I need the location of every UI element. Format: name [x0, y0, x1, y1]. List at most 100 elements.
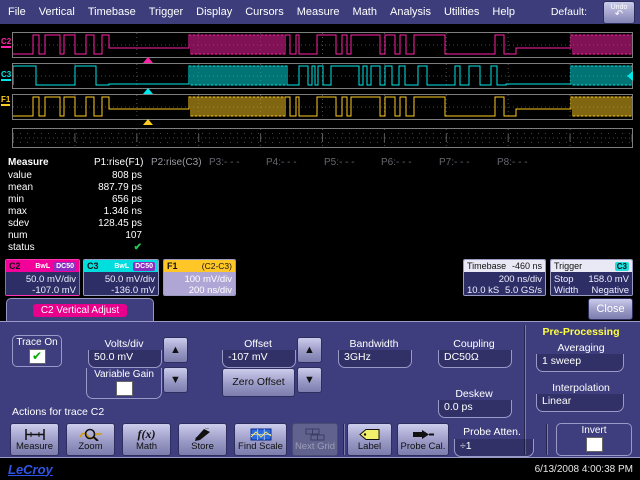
c2-descriptor-header: C2 BwL DC50 — [6, 260, 79, 272]
action-button-label: Zoom — [78, 441, 102, 452]
offset-field[interactable]: -107 mV — [222, 350, 296, 368]
waveform-grid-f1[interactable] — [12, 94, 633, 120]
measure-row-num: num 107 — [0, 230, 640, 242]
trigger-header: Trigger C3 — [551, 260, 632, 272]
bandwidth-limit-badge: BwL — [112, 262, 131, 271]
measure-row-mean: mean 887.79 ps — [0, 182, 640, 194]
waveform-grid-c3[interactable] — [12, 63, 633, 89]
lecroy-logo: LeCroy — [8, 462, 53, 477]
menu-timebase[interactable]: Timebase — [88, 6, 136, 18]
bandwidth-label: Bandwidth — [334, 338, 414, 350]
tab-label: C2 Vertical Adjust — [33, 304, 127, 317]
menu-help[interactable]: Help — [492, 6, 515, 18]
probe-atten-field[interactable]: ÷1 — [454, 439, 534, 457]
waveform-grid-empty[interactable] — [12, 128, 633, 148]
measure-col-p3[interactable]: P3:- - - — [209, 157, 261, 168]
measure-icon — [23, 427, 47, 441]
button-group-separator — [343, 424, 345, 455]
trigger-mode: Stop — [554, 274, 574, 285]
oscilloscope-screen: File Vertical Timebase Trigger Display C… — [0, 0, 640, 480]
offset-increase-button[interactable]: ▲ — [297, 337, 322, 363]
c2-offset: -107.0 mV — [9, 285, 76, 296]
menu-measure[interactable]: Measure — [297, 6, 340, 18]
menu-utilities[interactable]: Utilities — [444, 6, 479, 18]
volts-div-increase-button[interactable]: ▲ — [163, 337, 188, 363]
find-scale-action-button[interactable]: Find Scale — [234, 423, 287, 456]
channel-descriptor-c2[interactable]: C2 BwL DC50 50.0 mV/div -107.0 mV — [5, 259, 80, 296]
probe-cal-action-button[interactable]: Probe Cal. — [397, 423, 449, 456]
close-button[interactable]: Close — [588, 298, 633, 320]
measure-col-p4[interactable]: P4:- - - — [266, 157, 318, 168]
menu-display[interactable]: Display — [196, 6, 232, 18]
interpolation-label: Interpolation — [532, 382, 630, 394]
menu-file[interactable]: File — [8, 6, 26, 18]
trace-label-c2[interactable]: C2 — [1, 37, 11, 48]
trigger-level-marker[interactable] — [627, 71, 633, 81]
measure-col-p2[interactable]: P2:rise(C3) — [151, 157, 203, 168]
invert-group: Invert — [556, 423, 632, 456]
trace-on-label: Trace On — [16, 337, 57, 348]
c3-descriptor-header: C3 BwL DC50 — [84, 260, 158, 272]
measure-col-p1[interactable]: P1:rise(F1) — [94, 157, 146, 168]
averaging-label: Averaging — [532, 342, 630, 354]
waveform-grid-c2[interactable] — [12, 32, 633, 58]
trigger-position-marker-c2[interactable] — [143, 57, 153, 63]
math-action-button[interactable]: f(x) Math — [122, 423, 171, 456]
measure-action-button[interactable]: Measure — [10, 423, 59, 456]
menu-cursors[interactable]: Cursors — [245, 6, 284, 18]
action-button-label: Probe Cal. — [401, 441, 446, 452]
zero-offset-button[interactable]: Zero Offset — [222, 368, 295, 397]
coupling-field[interactable]: DC50Ω — [438, 350, 512, 368]
status-check-icon: ✔ — [94, 242, 142, 253]
label-action-button[interactable]: Label — [347, 423, 392, 456]
actions-for-trace-label: Actions for trace C2 — [12, 406, 104, 418]
f1-scale: 100 mV/div — [167, 274, 232, 285]
measure-row-sdev: sdev 128.45 ps — [0, 218, 640, 230]
deskew-field[interactable]: 0.0 ps — [438, 400, 512, 418]
variable-gain-group: Variable Gain — [86, 368, 162, 399]
menu-trigger[interactable]: Trigger — [149, 6, 183, 18]
trigger-position-marker-f1[interactable] — [143, 119, 153, 125]
timebase-body: 200 ns/div 10.0 kS 5.0 GS/s — [464, 272, 545, 296]
bandwidth-limit-badge: BwL — [33, 262, 52, 271]
trigger-descriptor[interactable]: Trigger C3 Stop 158.0 mV Width Negative — [550, 259, 633, 296]
interpolation-field[interactable]: Linear — [536, 394, 624, 412]
trace-label-f1[interactable]: F1 — [1, 95, 10, 106]
invert-checkbox[interactable] — [586, 437, 603, 452]
variable-gain-checkbox[interactable] — [116, 381, 133, 396]
timebase-samples: 10.0 kS — [467, 285, 499, 296]
f1-timebase: 200 ns/div — [167, 285, 232, 296]
volts-div-field[interactable]: 50.0 mV — [88, 350, 162, 368]
store-action-button[interactable]: Store — [178, 423, 227, 456]
measure-col-p6[interactable]: P6:- - - — [381, 157, 433, 168]
coupling-badge: DC50 — [133, 262, 155, 271]
preprocessing-title: Pre-Processing — [528, 326, 634, 338]
zoom-action-button[interactable]: Zoom — [66, 423, 115, 456]
action-button-label: Store — [191, 441, 214, 452]
measure-col-p8[interactable]: P8:- - - — [497, 157, 549, 168]
channel-descriptor-c3[interactable]: C3 BwL DC50 50.0 mV/div -136.0 mV — [83, 259, 159, 296]
offset-decrease-button[interactable]: ▼ — [297, 367, 322, 393]
trigger-position-marker-c3[interactable] — [143, 88, 153, 94]
next-grid-icon — [303, 427, 327, 441]
coupling-badge: DC50 — [54, 262, 76, 271]
bandwidth-field[interactable]: 3GHz — [338, 350, 412, 368]
trigger-slope: Negative — [592, 285, 630, 296]
action-button-label: Next Grid — [295, 441, 335, 452]
averaging-field[interactable]: 1 sweep — [536, 354, 624, 372]
tab-c2-vertical-adjust[interactable]: C2 Vertical Adjust — [6, 298, 154, 321]
trace-on-checkbox[interactable]: ✔ — [29, 349, 46, 364]
menu-analysis[interactable]: Analysis — [390, 6, 431, 18]
volts-div-decrease-button[interactable]: ▼ — [163, 367, 188, 393]
trace-descriptor-f1[interactable]: F1 (C2-C3) 100 mV/div 200 ns/div — [163, 259, 236, 296]
status-bar: LeCroy 6/13/2008 4:00:38 PM — [0, 458, 640, 480]
undo-button[interactable]: Undo ↶ — [603, 1, 635, 24]
measure-col-p5[interactable]: P5:- - - — [324, 157, 376, 168]
measure-col-p7[interactable]: P7:- - - — [439, 157, 491, 168]
menu-math[interactable]: Math — [353, 6, 377, 18]
timebase-descriptor[interactable]: Timebase -460 ns 200 ns/div 10.0 kS 5.0 … — [463, 259, 546, 296]
timebase-rate: 5.0 GS/s — [505, 285, 542, 296]
zoom-icon — [79, 427, 103, 441]
menu-vertical[interactable]: Vertical — [39, 6, 75, 18]
trace-label-c3[interactable]: C3 — [1, 70, 11, 81]
